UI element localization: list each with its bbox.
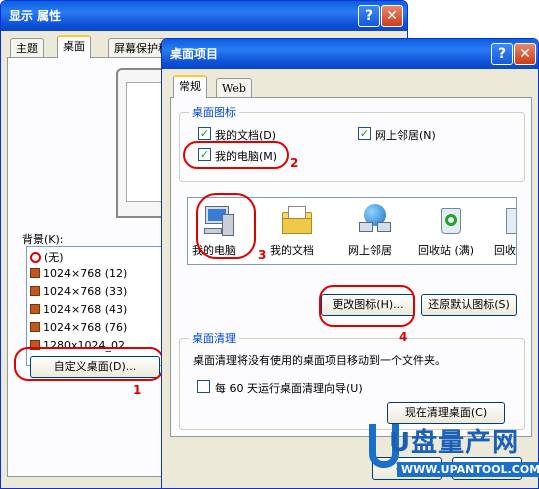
help-button[interactable]: ? bbox=[358, 5, 380, 27]
window-title: 桌面项目 bbox=[170, 47, 219, 61]
my-documents-checkbox[interactable]: ✓ bbox=[198, 127, 211, 140]
image-icon bbox=[30, 304, 40, 314]
cleanup-description: 桌面清理将没有使用的桌面项目移动到一个文件夹。 bbox=[193, 354, 446, 367]
highlight-circle-4 bbox=[319, 285, 415, 327]
network-places-label: 网上邻居(N) bbox=[375, 129, 436, 142]
list-item[interactable]: 1024×768 (43) bbox=[30, 303, 127, 316]
tab-theme[interactable]: 主题 bbox=[10, 38, 44, 58]
desktop-icons-group-label: 桌面图标 bbox=[189, 104, 239, 120]
watermark-brand: U盘量产网 bbox=[389, 428, 520, 458]
background-label: 背景(K): bbox=[22, 233, 64, 246]
help-button[interactable]: ? bbox=[491, 43, 513, 65]
none-icon bbox=[30, 252, 41, 263]
recycle-bin-icon[interactable] bbox=[434, 204, 468, 238]
list-item[interactable]: (无) bbox=[30, 249, 64, 265]
display-properties-titlebar: 显示 属性 bbox=[1, 1, 407, 31]
tab-general[interactable]: 常规 bbox=[173, 75, 207, 98]
desktop-cleanup-group-label: 桌面清理 bbox=[189, 330, 239, 346]
watermark: U盘量产网 WWW.UPANTOOL.COM bbox=[369, 420, 539, 486]
list-item[interactable]: 1024×768 (76) bbox=[30, 321, 127, 334]
image-icon bbox=[30, 322, 40, 332]
network-places-icon[interactable] bbox=[358, 204, 392, 238]
annotation-1: 1 bbox=[133, 383, 142, 397]
network-places-checkbox[interactable]: ✓ bbox=[358, 127, 371, 140]
restore-default-button[interactable]: 还原默认图标(S) bbox=[421, 294, 517, 316]
annotation-3: 3 bbox=[258, 248, 267, 262]
tab-desktop[interactable]: 桌面 bbox=[57, 35, 91, 58]
desktop-items-titlebar: 桌面项目 bbox=[162, 39, 538, 69]
image-icon bbox=[30, 286, 40, 296]
tab-web[interactable]: Web bbox=[216, 78, 252, 98]
watermark-url: WWW.UPANTOOL.COM bbox=[397, 462, 539, 477]
cleanup-wizard-checkbox[interactable] bbox=[197, 380, 210, 393]
recycle-bin-empty-caption: 回收 bbox=[494, 244, 516, 257]
highlight-circle-1 bbox=[14, 347, 164, 381]
highlight-circle-2 bbox=[183, 141, 289, 169]
image-icon bbox=[30, 268, 40, 278]
recycle-bin-caption: 回收站 (满) bbox=[418, 244, 475, 257]
network-places-caption: 网上邻居 bbox=[348, 244, 392, 257]
close-button[interactable]: ✕ bbox=[514, 43, 536, 65]
list-item[interactable]: 1024×768 (12) bbox=[30, 267, 127, 280]
highlight-circle-3 bbox=[196, 193, 256, 259]
cleanup-wizard-label: 每 60 天运行桌面清理向导(U) bbox=[215, 382, 363, 395]
list-item[interactable]: 1024×768 (33) bbox=[30, 285, 127, 298]
annotation-4: 4 bbox=[399, 330, 408, 344]
close-button[interactable]: ✕ bbox=[381, 5, 403, 27]
recycle-bin-empty-icon[interactable] bbox=[502, 204, 516, 238]
window-title: 显示 属性 bbox=[9, 9, 62, 23]
my-documents-caption: 我的文档 bbox=[270, 244, 314, 257]
annotation-2: 2 bbox=[290, 156, 299, 170]
my-documents-icon[interactable] bbox=[280, 204, 314, 238]
